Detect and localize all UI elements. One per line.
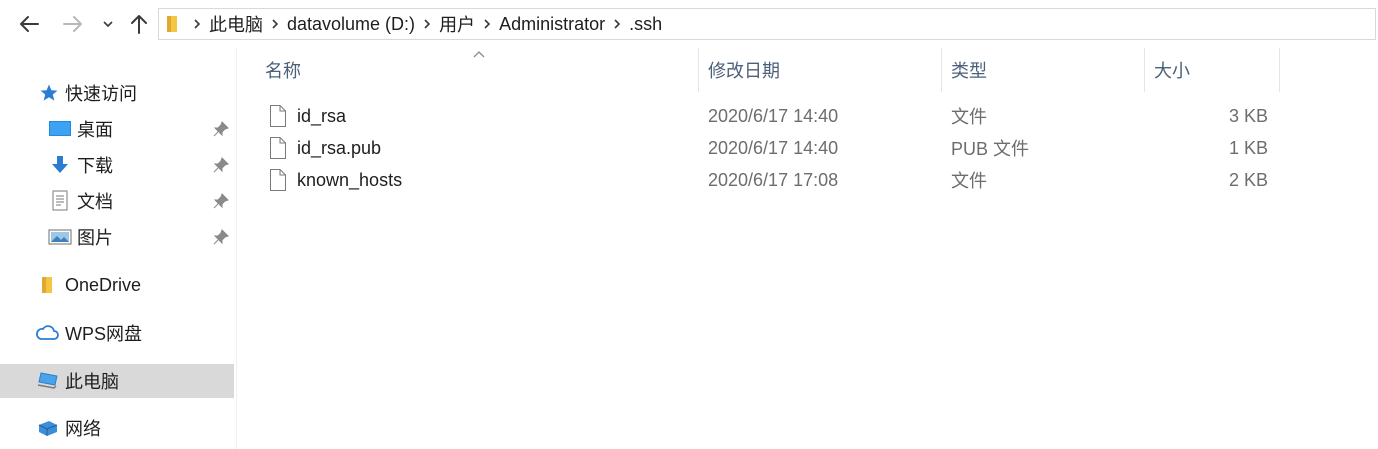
breadcrumb-users[interactable]: 用户 [437,11,477,37]
arrow-right-icon [63,16,82,32]
sidebar-item-desktop[interactable]: 桌面 [0,112,234,146]
column-header-modified[interactable]: 修改日期 [708,48,940,92]
file-row[interactable]: id_rsa.pub 2020/6/17 14:40 PUB 文件 1 KB [237,132,1378,164]
breadcrumb-this-pc[interactable]: 此电脑 [207,11,265,37]
file-row[interactable]: id_rsa 2020/6/17 14:40 文件 3 KB [237,100,1378,132]
back-button[interactable] [14,10,44,38]
sidebar-item-label: WPS网盘 [65,324,143,344]
column-header-type[interactable]: 类型 [951,48,1143,92]
sidebar-item-downloads[interactable]: 下载 [0,148,234,182]
chevron-right-icon[interactable] [477,8,497,40]
pin-icon[interactable] [212,120,230,138]
column-divider[interactable] [941,48,942,92]
column-divider[interactable] [698,48,699,92]
star-icon [37,81,61,105]
file-icon [270,169,286,191]
sidebar-item-this-pc[interactable]: 此电脑 [0,364,234,398]
breadcrumb-ssh[interactable]: .ssh [627,14,664,35]
computer-icon [36,369,60,393]
network-icon [36,416,60,440]
breadcrumb-administrator[interactable]: Administrator [497,14,607,35]
sidebar-item-label: 网络 [65,419,101,439]
sidebar-item-label: 桌面 [77,120,113,140]
file-name: known_hosts [297,169,403,190]
chevron-right-icon[interactable] [607,8,627,40]
sidebar-item-label: 下载 [77,156,113,176]
sidebar-item-pictures[interactable]: 图片 [0,220,234,254]
documents-icon [48,189,72,213]
chevron-right-icon[interactable] [265,8,285,40]
sidebar-item-onedrive[interactable]: OneDrive [0,268,234,302]
up-button[interactable] [125,10,153,38]
arrow-left-icon [20,16,39,32]
arrow-up-icon [131,15,147,34]
column-header-label: 大小 [1154,61,1190,81]
column-header-label: 名称 [265,61,301,81]
sidebar-item-label: 快速访问 [65,84,137,104]
column-header-label: 修改日期 [708,61,780,81]
folder-icon [35,273,59,297]
file-modified: 2020/6/17 14:40 [708,137,839,158]
pictures-icon [48,225,72,249]
pin-icon[interactable] [212,228,230,246]
recent-locations-button[interactable] [98,10,118,38]
sidebar-item-wps-drive[interactable]: WPS网盘 [0,316,234,350]
sidebar-item-label: 图片 [77,228,113,248]
file-type: 文件 [951,107,987,127]
sidebar-item-quick-access[interactable]: 快速访问 [0,76,234,110]
file-size: 1 KB [1228,137,1268,158]
file-type: 文件 [951,171,987,191]
file-modified: 2020/6/17 17:08 [708,169,839,190]
file-name: id_rsa [297,105,347,126]
sidebar-item-network[interactable]: 网络 [0,411,234,445]
cloud-icon [35,321,59,345]
file-list: 名称 修改日期 类型 大小 id_rsa 2020/6/17 14:40 文件 … [237,48,1378,449]
column-divider[interactable] [1279,48,1280,92]
file-row[interactable]: known_hosts 2020/6/17 17:08 文件 2 KB [237,164,1378,196]
file-icon [270,137,286,159]
breadcrumb-datavolume[interactable]: datavolume (D:) [285,14,417,35]
sidebar-item-label: 文档 [77,192,113,212]
chevron-right-icon[interactable] [417,8,437,40]
column-header-size[interactable]: 大小 [1154,48,1278,92]
chevron-down-icon [103,21,113,28]
file-icon [270,105,286,127]
address-bar[interactable]: 此电脑 datavolume (D:) 用户 Administrator .ss… [158,8,1376,40]
sidebar-item-label: OneDrive [65,274,142,295]
column-header-name[interactable]: 名称 [265,48,695,92]
pin-icon[interactable] [212,192,230,210]
file-size: 3 KB [1228,105,1268,126]
chevron-right-icon[interactable] [187,8,207,40]
download-icon [48,153,72,177]
column-header-label: 类型 [951,61,987,81]
pin-icon[interactable] [212,156,230,174]
navigation-bar: 此电脑 datavolume (D:) 用户 Administrator .ss… [0,0,1378,48]
desktop-icon [48,117,72,141]
file-size: 2 KB [1228,169,1268,190]
file-modified: 2020/6/17 14:40 [708,105,839,126]
column-divider[interactable] [1144,48,1145,92]
sidebar-item-documents[interactable]: 文档 [0,184,234,218]
file-explorer-window: 此电脑 datavolume (D:) 用户 Administrator .ss… [0,0,1378,449]
sidebar-item-label: 此电脑 [65,372,119,392]
navigation-pane: 快速访问 桌面 下载 文档 图片 OneDrive WPS网盘 此电脑 网络 [0,48,236,449]
file-name: id_rsa.pub [297,137,382,158]
file-type: PUB 文件 [951,139,1030,159]
folder-icon [159,8,187,40]
forward-button[interactable] [58,10,88,38]
